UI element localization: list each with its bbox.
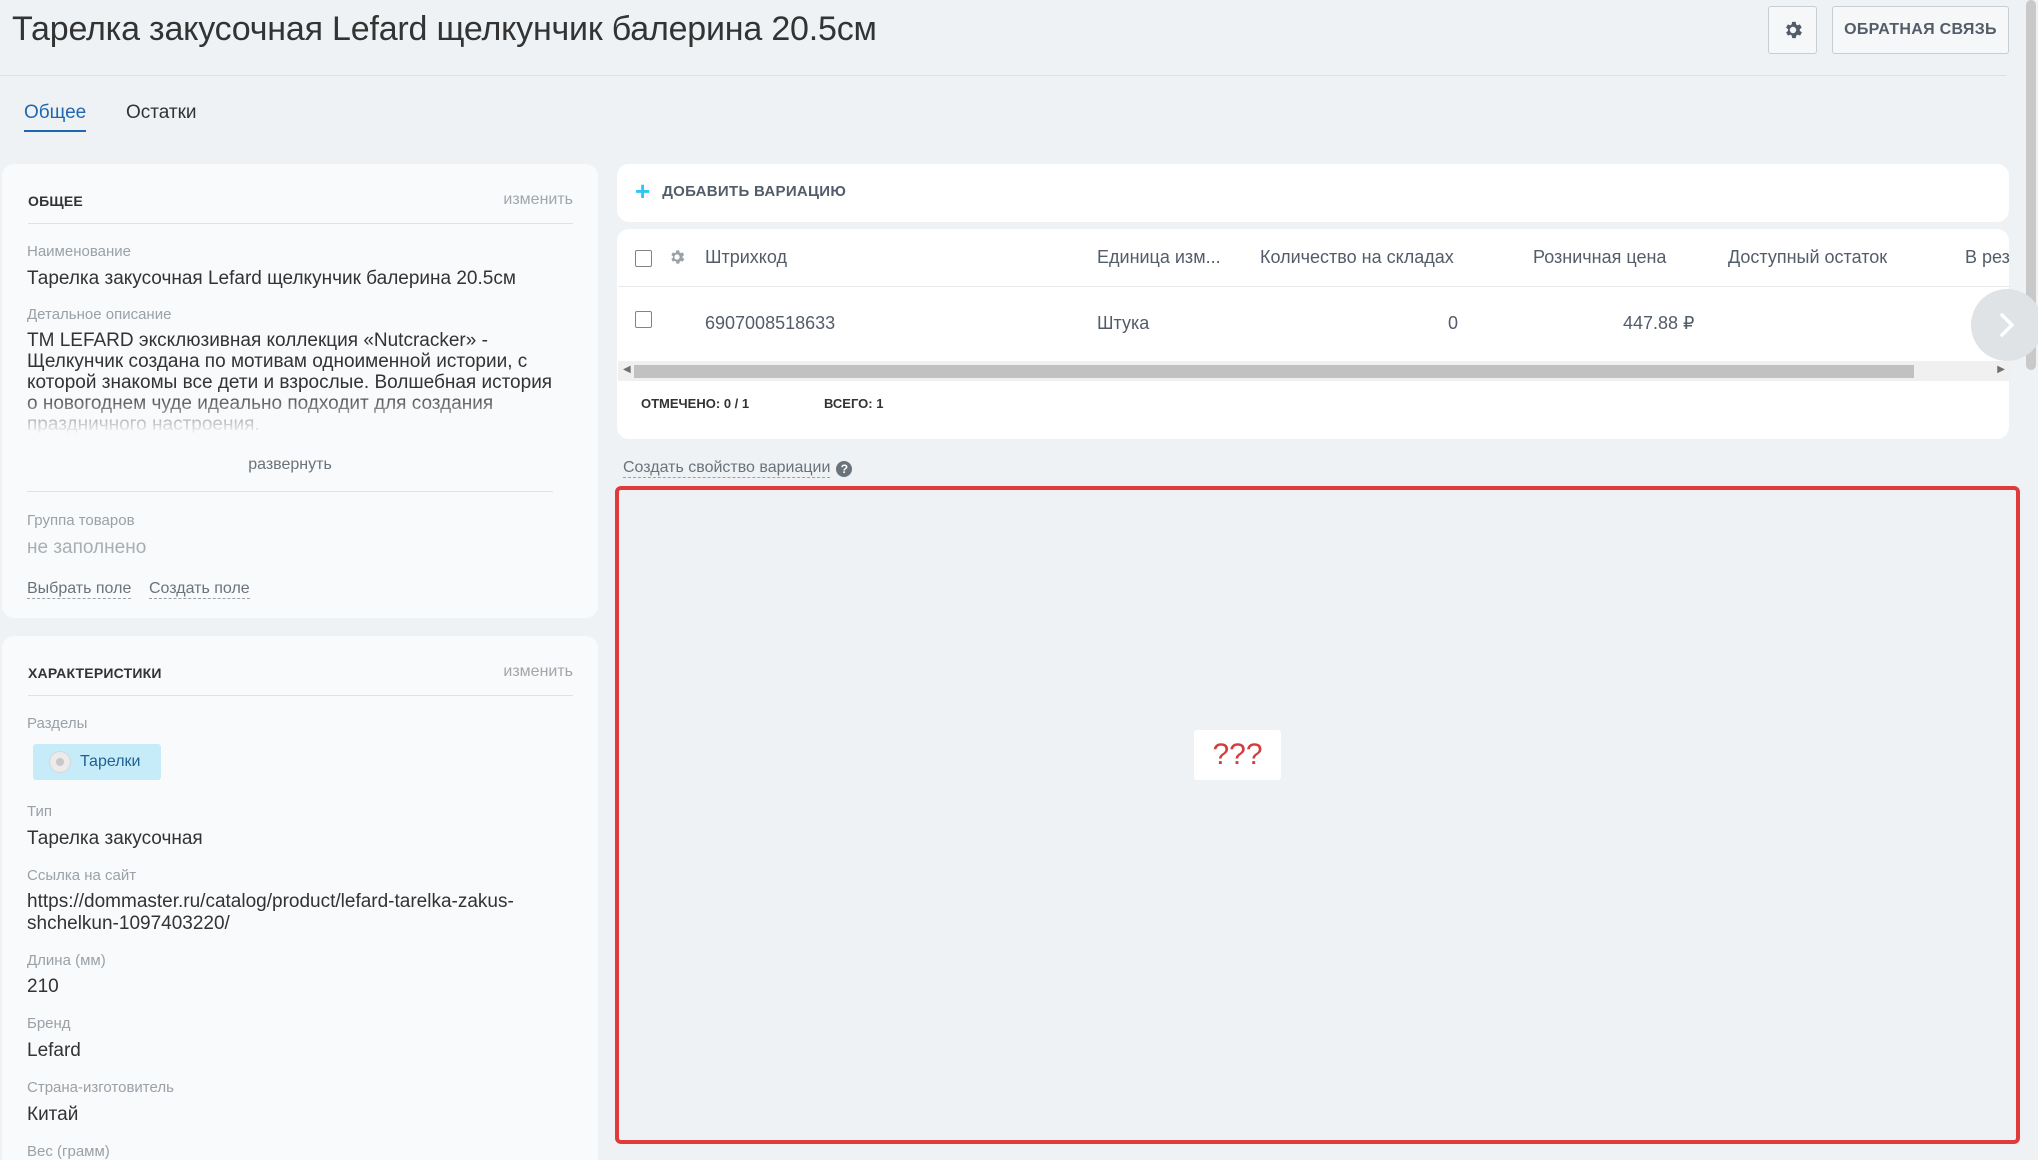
- type-label: Тип: [27, 803, 53, 820]
- length-value: 210: [27, 976, 59, 997]
- placeholder-label: ???: [1194, 730, 1281, 780]
- product-group-label: Группа товаров: [27, 512, 135, 529]
- gear-icon: [1785, 21, 1802, 39]
- country-label: Страна-изготовитель: [27, 1079, 174, 1096]
- cell-barcode: 6907008518633: [705, 313, 836, 333]
- column-retail-price[interactable]: Розничная цена: [1533, 247, 1666, 268]
- general-card-header: ОБЩЕЕ изменить: [28, 164, 573, 224]
- brand-value: Lefard: [27, 1040, 81, 1061]
- site-link-label: Ссылка на сайт: [27, 867, 137, 884]
- description-label: Детальное описание: [27, 306, 172, 323]
- feedback-button[interactable]: ОБРАТНАЯ СВЯЗЬ: [1832, 6, 2009, 54]
- column-available[interactable]: Доступный остаток: [1728, 247, 1887, 268]
- section-tag[interactable]: Тарелки: [33, 744, 161, 780]
- create-variation-property: Создать свойство вариации ?: [623, 459, 853, 478]
- highlight-region: [615, 486, 2020, 1144]
- weight-label: Вес (грамм): [27, 1143, 110, 1160]
- page-title: Тарелка закусочная Lefard щелкунчик бале…: [12, 10, 877, 48]
- brand-label: Бренд: [27, 1015, 71, 1032]
- column-barcode[interactable]: Штрихкод: [705, 247, 787, 268]
- column-settings-icon[interactable]: [668, 248, 686, 266]
- characteristics-edit-link[interactable]: изменить: [503, 663, 573, 681]
- product-group-value: не заполнено: [27, 537, 147, 558]
- site-link-value-line2[interactable]: shchelkun-1097403220/: [27, 913, 230, 935]
- section-tag-label: Тарелки: [80, 753, 141, 770]
- total-label: ВСЕГО:: [824, 396, 873, 411]
- characteristics-card-header: ХАРАКТЕРИСТИКИ изменить: [28, 636, 573, 696]
- checked-label: ОТМЕЧЕНО:: [641, 396, 721, 411]
- checked-value: 0 / 1: [723, 396, 750, 411]
- total-count: ВСЕГО: 1: [824, 396, 883, 411]
- expand-description-button[interactable]: развернуть: [27, 456, 553, 492]
- cell-retail-price: 447.88 ₽: [1623, 313, 1695, 333]
- length-label: Длина (мм): [27, 952, 106, 969]
- name-value: Тарелка закусочная Lefard щелкунчик бале…: [27, 268, 516, 289]
- site-link-value-line1[interactable]: https://dommaster.ru/catalog/product/lef…: [27, 891, 514, 913]
- country-value: Китай: [27, 1104, 79, 1125]
- plus-icon: +: [635, 176, 651, 206]
- sections-label: Разделы: [27, 715, 88, 732]
- grid-horizontal-scrollbar[interactable]: ◀ ▶: [618, 361, 2010, 381]
- add-variation-label: ДОБАВИТЬ ВАРИАЦИЮ: [662, 182, 847, 200]
- scroll-left-arrow-icon[interactable]: ◀: [623, 364, 631, 375]
- table-row[interactable]: 6907008518633 Штука 0 447.88 ₽: [618, 288, 2010, 358]
- chevron-right-icon: [2000, 313, 2015, 337]
- select-all-checkbox[interactable]: [635, 250, 652, 267]
- scrollbar-thumb[interactable]: [634, 365, 1914, 378]
- scroll-right-arrow-icon[interactable]: ▶: [1997, 364, 2005, 375]
- general-card-title: ОБЩЕЕ: [28, 193, 83, 209]
- characteristics-card-title: ХАРАКТЕРИСТИКИ: [28, 665, 162, 681]
- general-edit-link[interactable]: изменить: [503, 191, 573, 209]
- column-stock-qty[interactable]: Количество на складах: [1260, 247, 1454, 268]
- page-header: Тарелка закусочная Lefard щелкунчик бале…: [0, 0, 2009, 76]
- type-value: Тарелка закусочная: [27, 828, 203, 849]
- cell-unit: Штука: [1097, 313, 1150, 333]
- column-unit[interactable]: Единица изм...: [1097, 247, 1221, 268]
- cell-stock-qty: 0: [1448, 313, 1459, 333]
- help-icon[interactable]: ?: [836, 460, 853, 477]
- create-property-link[interactable]: Создать свойство вариации: [623, 459, 831, 478]
- create-field-link[interactable]: Создать поле: [149, 580, 250, 599]
- tab-stock[interactable]: Остатки: [126, 102, 197, 130]
- total-value: 1: [876, 396, 884, 411]
- checked-count: ОТМЕЧЕНО: 0 / 1: [641, 396, 749, 411]
- plate-icon: [49, 751, 71, 773]
- settings-button[interactable]: [1768, 6, 1817, 54]
- add-variation-button[interactable]: + ДОБАВИТЬ ВАРИАЦИЮ: [635, 176, 847, 206]
- description-fade: [27, 392, 567, 434]
- row-checkbox[interactable]: [635, 311, 652, 328]
- tab-general[interactable]: Общее: [24, 102, 87, 132]
- column-reserved[interactable]: В резе: [1965, 247, 2010, 268]
- name-label: Наименование: [27, 243, 131, 260]
- scroll-right-button[interactable]: [1971, 289, 2038, 361]
- choose-field-link[interactable]: Выбрать поле: [27, 580, 132, 599]
- grid-header: Штрихкод Единица изм... Количество на ск…: [618, 229, 2010, 287]
